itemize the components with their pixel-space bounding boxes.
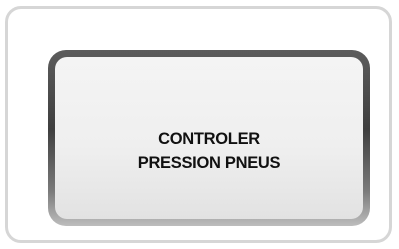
display-panel: CONTROLER PRESSION PNEUS — [5, 6, 392, 243]
warning-message-box: CONTROLER PRESSION PNEUS — [55, 57, 363, 219]
warning-message-frame: CONTROLER PRESSION PNEUS — [48, 50, 370, 226]
warning-text-line-1: CONTROLER — [158, 130, 260, 148]
warning-text-line-2: PRESSION PNEUS — [137, 154, 281, 172]
